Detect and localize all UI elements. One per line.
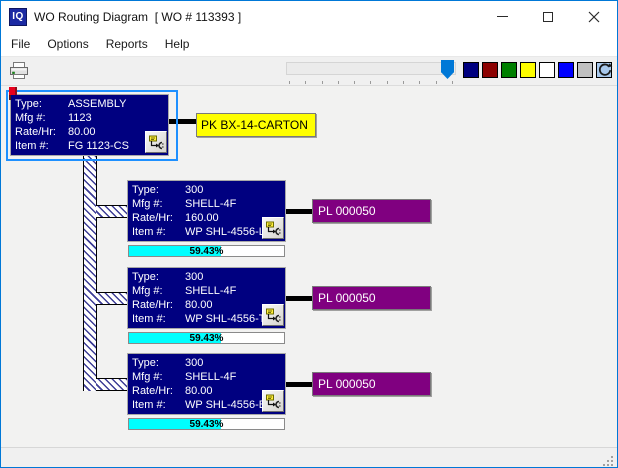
field-value: WP SHL-4556-L — [185, 225, 265, 239]
work-center-node-3[interactable]: Type:300 Mfg #:SHELL-4F Rate/Hr:80.00 It… — [127, 353, 286, 415]
work-center-node-2[interactable]: Type:300 Mfg #:SHELL-4F Rate/Hr:80.00 It… — [127, 267, 286, 329]
minimize-button[interactable] — [479, 1, 525, 32]
progress-value: 59.43% — [129, 246, 284, 256]
routing-link-icon — [265, 307, 281, 323]
menu-help[interactable]: Help — [165, 37, 190, 51]
progress-value: 59.43% — [129, 419, 284, 429]
output-node-2[interactable]: PL 000050 — [312, 286, 431, 310]
progress-bar: 59.43% — [128, 418, 285, 430]
menu-bar: File Options Reports Help — [1, 32, 617, 57]
field-label: Item #: — [132, 225, 185, 239]
routing-link-icon — [265, 393, 281, 409]
slider-track[interactable] — [286, 62, 456, 75]
field-label: Type: — [132, 270, 185, 284]
hatched-trunk-connector — [83, 156, 97, 391]
routing-diagram-canvas[interactable]: Type:ASSEMBLY Mfg #:1123 Rate/Hr:80.00 I… — [1, 86, 617, 447]
field-value: WP SHL-4556-B — [185, 398, 266, 412]
progress-bar: 59.43% — [128, 245, 285, 257]
field-value: WP SHL-4556-T — [185, 312, 266, 326]
red-flag-icon — [8, 87, 18, 100]
printer-icon — [7, 61, 31, 81]
print-button[interactable] — [6, 59, 32, 83]
color-swatch-gray[interactable] — [577, 62, 593, 78]
field-value: 300 — [185, 270, 203, 284]
maximize-icon — [543, 12, 553, 22]
close-button[interactable] — [571, 1, 617, 32]
field-label: Rate/Hr: — [132, 211, 185, 225]
material-node[interactable]: PK BX-14-CARTON — [196, 113, 316, 137]
app-logo-icon: IQ — [9, 8, 27, 26]
field-value: 300 — [185, 356, 203, 370]
menu-options[interactable]: Options — [47, 37, 88, 51]
routing-link-button[interactable] — [262, 390, 284, 412]
field-label: Mfg #: — [132, 197, 185, 211]
work-center-node-1[interactable]: Type:300 Mfg #:SHELL-4F Rate/Hr:160.00 I… — [127, 180, 286, 242]
field-value: 160.00 — [185, 211, 219, 225]
progress-bar: 59.43% — [128, 332, 285, 344]
resize-grip[interactable] — [602, 455, 614, 467]
output-label: PL 000050 — [318, 204, 376, 218]
menu-reports[interactable]: Reports — [106, 37, 148, 51]
field-value: 80.00 — [185, 384, 213, 398]
routing-link-button[interactable] — [262, 217, 284, 239]
field-label: Mfg #: — [132, 284, 185, 298]
field-value: 80.00 — [185, 298, 213, 312]
routing-link-button[interactable] — [262, 304, 284, 326]
menu-file[interactable]: File — [11, 37, 30, 51]
refresh-icon — [597, 62, 613, 78]
color-swatch-blue[interactable] — [558, 62, 574, 78]
output-connector-line — [286, 296, 312, 301]
progress-value: 59.43% — [129, 333, 284, 343]
color-swatch-navy[interactable] — [463, 62, 479, 78]
output-label: PL 000050 — [318, 291, 376, 305]
output-connector-line — [286, 209, 312, 214]
output-label: PL 000050 — [318, 377, 376, 391]
field-label: Type: — [132, 183, 185, 197]
field-value: 300 — [185, 183, 203, 197]
color-swatch-white[interactable] — [539, 62, 555, 78]
close-icon — [588, 11, 600, 23]
status-bar — [1, 447, 617, 468]
color-palette — [463, 62, 612, 78]
routing-link-icon — [265, 220, 281, 236]
hatched-branch-connector — [96, 205, 127, 218]
selection-highlight — [6, 90, 178, 161]
field-value: SHELL-4F — [185, 197, 236, 211]
title-bar: IQ WO Routing Diagram [ WO # 113393 ] — [1, 1, 617, 32]
slider-thumb[interactable] — [441, 60, 454, 79]
field-value: SHELL-4F — [185, 284, 236, 298]
app-window: IQ WO Routing Diagram [ WO # 113393 ] Fi… — [0, 0, 618, 468]
field-label: Item #: — [132, 398, 185, 412]
hatched-branch-connector — [96, 378, 127, 391]
field-label: Rate/Hr: — [132, 298, 185, 312]
color-swatch-green[interactable] — [501, 62, 517, 78]
field-value: SHELL-4F — [185, 370, 236, 384]
minimize-icon — [497, 16, 508, 17]
zoom-slider[interactable] — [286, 59, 456, 84]
material-label: PK BX-14-CARTON — [201, 118, 308, 132]
color-swatch-yellow[interactable] — [520, 62, 536, 78]
toolbar — [1, 57, 617, 86]
hatched-branch-connector — [96, 292, 127, 305]
color-swatch-darkred[interactable] — [482, 62, 498, 78]
output-node-1[interactable]: PL 000050 — [312, 199, 431, 223]
field-label: Type: — [132, 356, 185, 370]
output-node-3[interactable]: PL 000050 — [312, 372, 431, 396]
slider-ticks — [289, 81, 453, 84]
field-label: Mfg #: — [132, 370, 185, 384]
window-title: WO Routing Diagram [ WO # 113393 ] — [34, 10, 241, 24]
refresh-button[interactable] — [595, 60, 615, 80]
maximize-button[interactable] — [525, 1, 571, 32]
field-label: Rate/Hr: — [132, 384, 185, 398]
output-connector-line — [286, 382, 312, 387]
field-label: Item #: — [132, 312, 185, 326]
